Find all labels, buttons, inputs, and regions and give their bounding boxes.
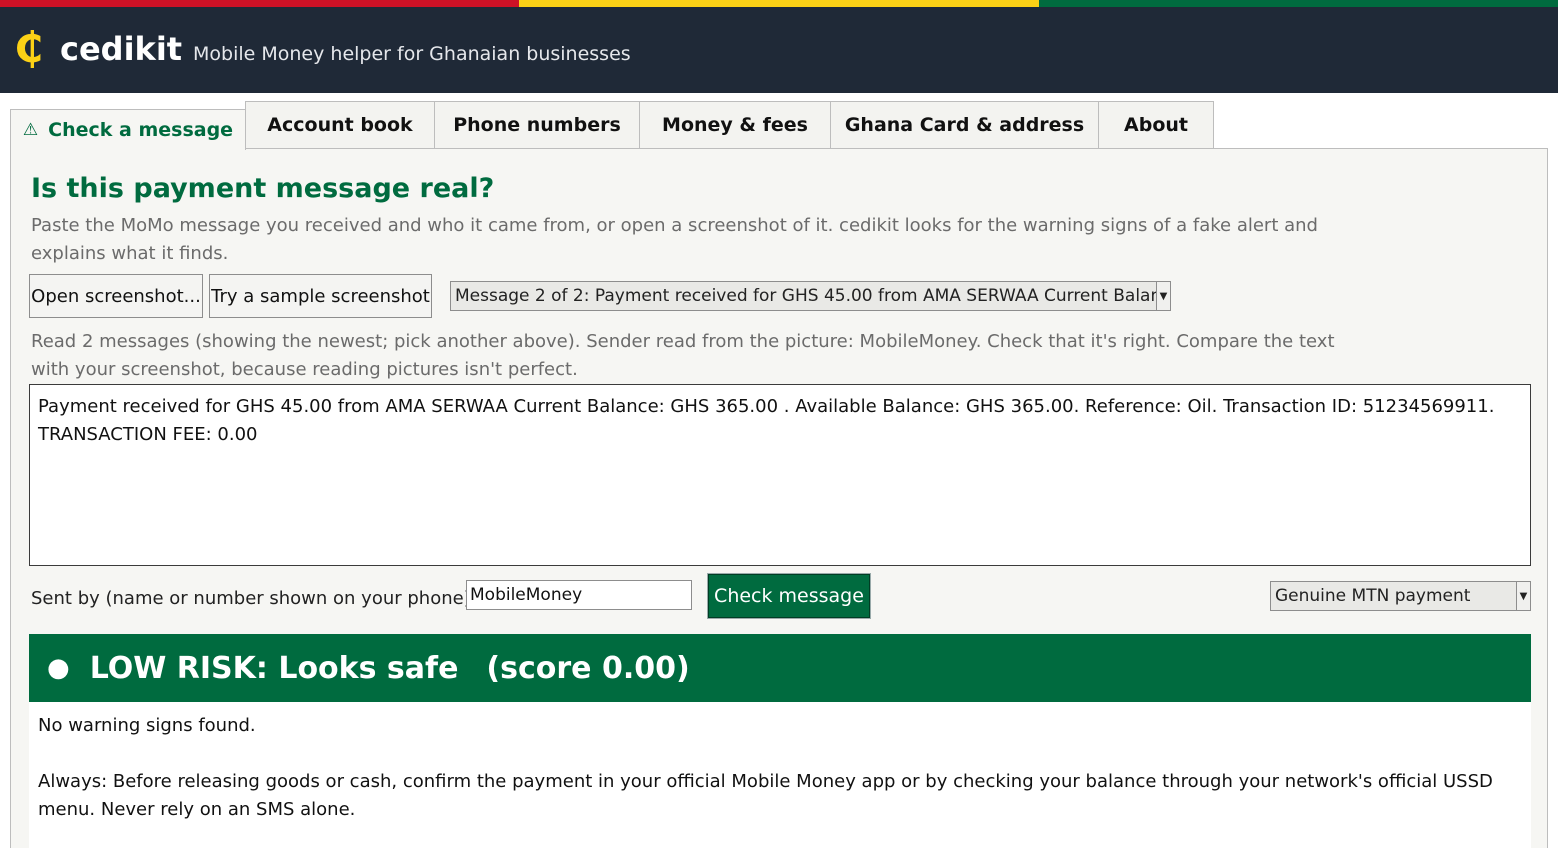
risk-banner: ● LOW RISK: Looks safe (score 0.00) [29,634,1531,702]
chevron-down-icon: ▼ [1156,282,1170,310]
stripe-red [0,0,520,7]
tab-money-fees[interactable]: Money & fees [639,101,831,148]
tab-ghana-card-address[interactable]: Ghana Card & address [830,101,1099,148]
tab-about[interactable]: About [1098,101,1214,148]
sample-select-value: Genuine MTN payment [1275,586,1471,606]
result-panel: ● LOW RISK: Looks safe (score 0.00) No w… [29,634,1531,848]
cedi-logo-icon: ₵ [14,23,44,72]
app-tagline: Mobile Money helper for Ghanaian busines… [193,43,631,65]
advice-text: Always: Before releasing goods or cash, … [38,771,1493,820]
finding-text: No warning signs found. [38,715,256,736]
sample-select[interactable]: Genuine MTN payment ▼ [1270,581,1531,611]
chevron-down-icon: ▼ [1516,582,1530,610]
tab-label: Account book [267,114,413,136]
stripe-gold [519,0,1039,7]
status-dot-icon: ● [47,653,70,683]
tab-label: Ghana Card & address [844,114,1085,136]
stripe-green [1038,0,1558,7]
tab-phone-numbers[interactable]: Phone numbers [434,101,640,148]
warning-icon: ⚠ [22,120,39,140]
message-select-value: Message 2 of 2: Payment received for GHS… [455,286,1156,306]
read-status-text: Read 2 messages (showing the newest; pic… [31,331,1335,380]
open-screenshot-button[interactable]: Open screenshot... [29,274,203,318]
tab-label: About [1124,114,1188,136]
tab-label: Money & fees [662,114,808,136]
tab-check-message[interactable]: ⚠ Check a message [10,109,246,150]
sender-label: Sent by (name or number shown on your ph… [31,588,477,609]
sample-screenshot-button[interactable]: Try a sample screenshot [209,274,432,318]
check-message-panel: Is this payment message real? Paste the … [10,148,1548,848]
page-title: Is this payment message real? [31,173,495,204]
tab-label: Check a message [48,119,234,141]
risk-label: LOW RISK: Looks safe [89,650,459,686]
check-message-button[interactable]: Check message [707,573,871,619]
sender-input[interactable]: MobileMoney [466,580,692,610]
risk-score: (score 0.00) [486,650,690,686]
flag-stripe [0,0,1558,7]
message-select[interactable]: Message 2 of 2: Payment received for GHS… [450,281,1171,311]
app-name: cedikit [60,30,183,68]
tab-label: Phone numbers [453,114,621,136]
app-header: ₵ cedikit Mobile Money helper for Ghanai… [0,7,1558,93]
tab-account-book[interactable]: Account book [245,101,435,148]
intro-text: Paste the MoMo message you received and … [31,215,1318,264]
message-textarea[interactable]: Payment received for GHS 45.00 from AMA … [29,384,1531,566]
